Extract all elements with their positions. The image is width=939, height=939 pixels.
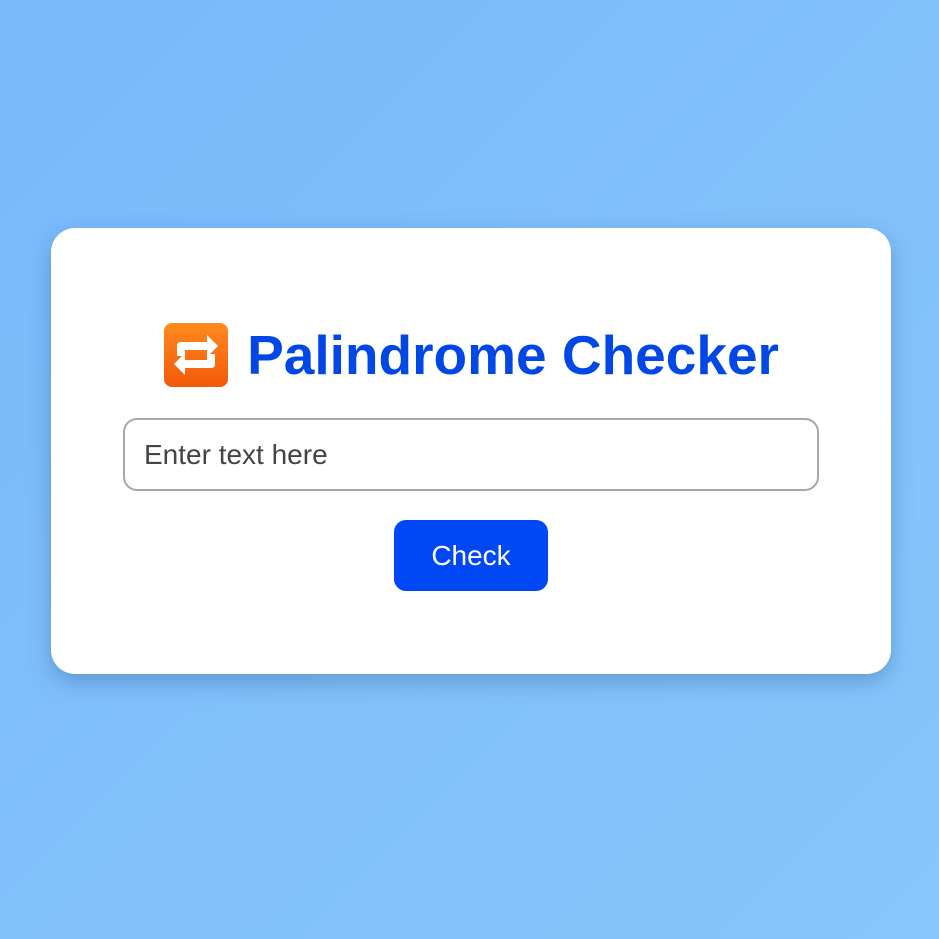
repeat-arrows-icon	[163, 322, 229, 388]
text-input[interactable]	[123, 418, 819, 491]
checker-card: Palindrome Checker Check	[51, 228, 891, 674]
page-title: Palindrome Checker	[247, 324, 779, 386]
title-row: Palindrome Checker	[51, 320, 891, 390]
check-button[interactable]: Check	[394, 520, 548, 591]
